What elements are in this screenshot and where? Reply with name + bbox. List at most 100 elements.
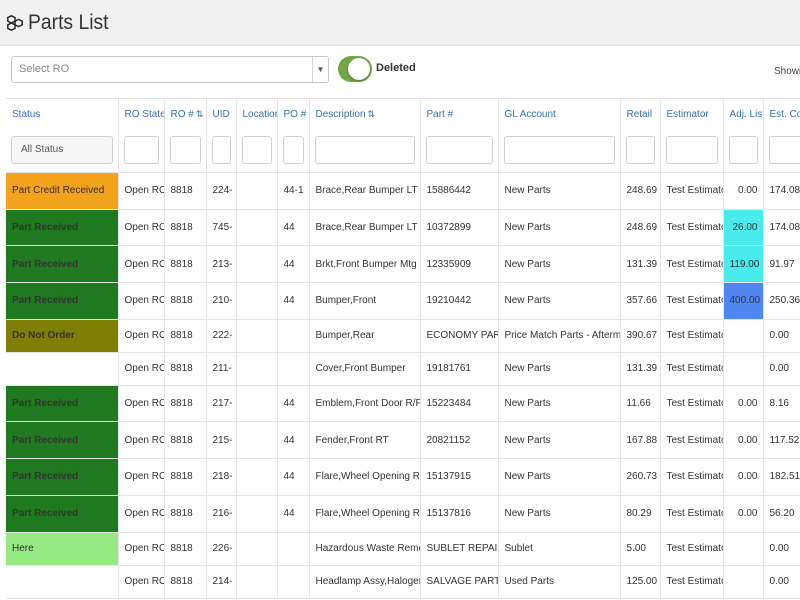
ro-number-link[interactable]: 8818 [164, 565, 207, 599]
column-header-uid[interactable]: UID [206, 98, 237, 131]
column-header-po[interactable]: PO # [277, 98, 310, 131]
filter-input-ro[interactable] [169, 135, 201, 164]
ro-state-cell: Open RO [118, 282, 165, 320]
description-cell: Brace,Rear Bumper LT [309, 172, 421, 210]
column-header-label: PO # [283, 109, 307, 121]
column-header-label: Part # [426, 109, 454, 121]
ro-number-link[interactable]: 8818 [164, 245, 207, 284]
column-header-gl-account[interactable]: GL Account [498, 98, 621, 131]
filter-input-estimator[interactable] [665, 135, 718, 164]
filter-input-ro-state[interactable] [123, 135, 159, 164]
est-cost-cell: 250.36 [763, 282, 800, 320]
ro-number-link[interactable]: 8818 [164, 421, 207, 460]
chevron-down-icon[interactable]: ▼ [312, 57, 328, 82]
filter-input-gl-account[interactable] [503, 135, 615, 164]
table-row[interactable]: Part Received Open RO 8818 210- 44 Bumper,Fro… [6, 282, 800, 320]
filter-input-part[interactable] [425, 135, 493, 164]
status-filter-select[interactable]: All Status [11, 135, 113, 164]
column-header-ro-state[interactable]: RO State [118, 98, 165, 131]
column-header-description[interactable]: Description ⇅ [309, 98, 421, 131]
column-header-adj-list[interactable]: Adj. List [723, 98, 764, 131]
est-cost-cell: 174.08 [763, 209, 800, 247]
part-number-cell: 15137816 [420, 495, 499, 533]
adj-list-cell: 0.00 [723, 421, 764, 460]
table-row[interactable]: Open RO 8818 211- Cover,Front Bumper 1918176… [6, 352, 800, 386]
ro-number-link[interactable]: 8818 [164, 319, 207, 353]
status-cell: Part Received [6, 458, 119, 496]
table-row[interactable]: Part Received Open RO 8818 216- 44 Flare,Whee… [6, 495, 800, 533]
description-cell: Emblem,Front Door R/F [309, 385, 421, 423]
description-cell: Cover,Front Bumper [309, 352, 421, 386]
column-header-estimator[interactable]: Estimator [660, 98, 724, 131]
ro-state-cell: Open RO [118, 385, 165, 423]
column-header-retail[interactable]: Retail [620, 98, 661, 131]
table-row[interactable]: Open RO8818214- Headlamp Assy,Halogen RTS… [6, 565, 800, 599]
ro-number-link[interactable]: 8818 [164, 209, 207, 247]
filter-cell: All Status [6, 130, 119, 173]
table-row[interactable]: Part Credit Received Open RO 8818 224- 44-1 B… [6, 172, 800, 210]
ro-number-link[interactable]: 8818 [164, 352, 207, 386]
part-number-cell: 12335909 [420, 245, 499, 284]
po-cell: 44-1 [277, 172, 310, 210]
status-cell [6, 352, 119, 386]
column-header-est-cos[interactable]: Est. Cos [763, 98, 800, 131]
sort-icon[interactable]: ⇅ [368, 109, 376, 119]
table-row[interactable]: Part Received Open RO 8818 218- 44 Flare,Whee… [6, 458, 800, 496]
location-cell [236, 495, 278, 533]
po-cell: 44 [277, 385, 310, 423]
ro-number-link[interactable]: 8818 [164, 172, 207, 210]
table-row[interactable]: HereOpen RO8818226- Hazardous Waste Remov… [6, 532, 800, 566]
sort-icon[interactable]: ⇅ [196, 109, 204, 119]
filter-input-est-cos[interactable] [768, 135, 800, 164]
ro-number-link[interactable]: 8818 [164, 458, 207, 496]
part-number-cell: 19210442 [420, 282, 499, 320]
filter-input-po[interactable] [282, 135, 304, 164]
table-row[interactable]: Part Received Open RO 8818 215- 44 Fender,Fro… [6, 421, 800, 460]
adj-list-cell [723, 565, 764, 599]
gl-account-cell: New Parts [498, 209, 621, 247]
filter-input-retail[interactable] [625, 135, 655, 164]
column-header-location[interactable]: Location [236, 98, 278, 131]
ro-state-cell: Open RO [118, 352, 165, 386]
column-header-label: Estimator [666, 109, 709, 121]
table-row[interactable]: Part Received Open RO 8818 217- 44 Emblem,Fro… [6, 385, 800, 423]
ro-number-link[interactable]: 8818 [164, 532, 207, 566]
part-number-cell: SUBLET REPAIR [420, 532, 499, 566]
filter-input-location[interactable] [241, 135, 272, 164]
column-header-label: Retail [626, 109, 653, 121]
estimator-cell: Test Estimator [660, 209, 724, 247]
filter-input-adj-list[interactable] [728, 135, 758, 164]
ro-state-cell: Open RO [118, 319, 165, 353]
table-row[interactable]: Part Received Open RO 8818 745- 44 Brace,Rear… [6, 209, 800, 247]
table-body: Part Credit Received Open RO 8818 224- 44-1 B… [6, 172, 800, 599]
ro-select[interactable]: Select RO ▼ [11, 56, 329, 83]
status-cell: Part Credit Received [6, 172, 119, 210]
column-header-label: UID [212, 109, 230, 121]
retail-cell: 248.69 [620, 172, 661, 210]
location-cell [236, 565, 278, 599]
table-row[interactable]: Part Received Open RO 8818 213- 44 Brkt,Front… [6, 245, 800, 284]
ro-number-link[interactable]: 8818 [164, 282, 207, 320]
deleted-toggle[interactable] [338, 56, 372, 82]
ro-state-cell: Open RO [118, 209, 165, 247]
uid-cell: 217- [206, 385, 237, 423]
column-header-status[interactable]: Status [6, 98, 119, 131]
gl-account-cell: New Parts [498, 282, 621, 320]
filter-input-uid[interactable] [211, 135, 231, 164]
uid-cell: 211- [206, 352, 237, 386]
filter-input-description[interactable] [314, 135, 415, 164]
status-cell [6, 565, 119, 599]
column-header-ro[interactable]: RO # ⇅ [164, 98, 207, 131]
filter-cell [763, 130, 800, 173]
table-header: Status RO State RO # ⇅ UID Location PO # Descri… [6, 98, 800, 131]
ro-state-cell: Open RO [118, 245, 165, 284]
part-number-cell: 15137915 [420, 458, 499, 496]
column-header-part[interactable]: Part # [420, 98, 499, 131]
ro-number-link[interactable]: 8818 [164, 385, 207, 423]
ro-number-link[interactable]: 8818 [164, 495, 207, 533]
toolbar: Select RO ▼ Deleted [0, 46, 800, 98]
table-row[interactable]: Do Not Order Open RO 8818 222- Bumper,Rear EC… [6, 319, 800, 353]
po-cell [277, 532, 310, 566]
gl-account-cell: New Parts [498, 458, 621, 496]
filter-cell [420, 130, 499, 173]
